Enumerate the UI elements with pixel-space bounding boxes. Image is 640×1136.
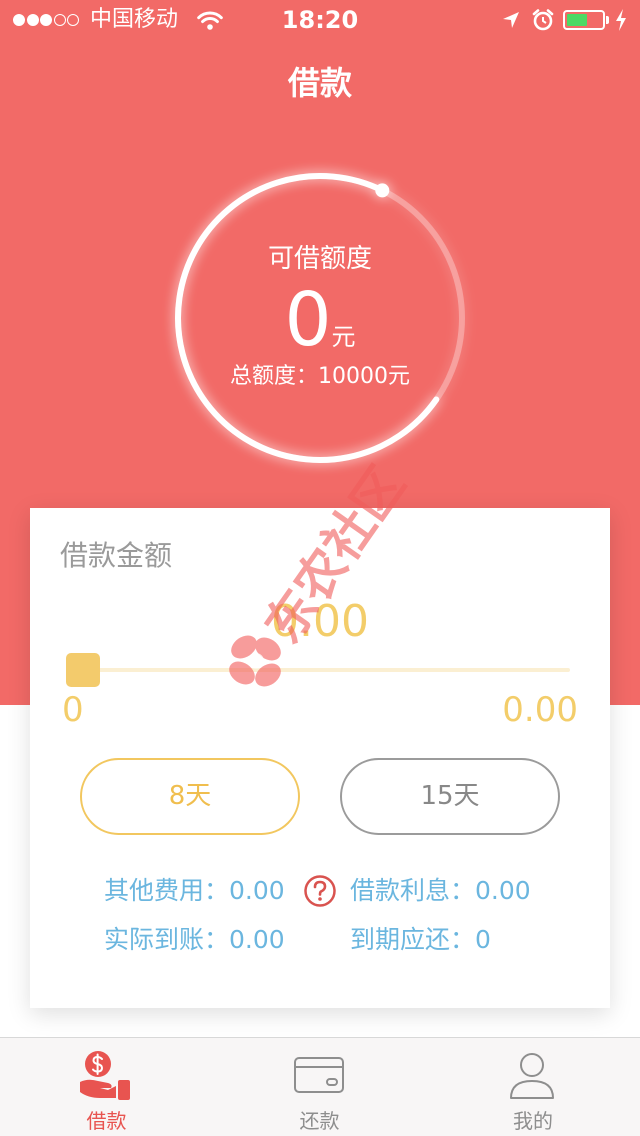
due-amount-value: 0 [475,925,491,954]
signal-dot [67,14,79,26]
person-icon [510,1053,554,1099]
signal-dot [13,14,25,26]
tab-bar: 借款 还款 我的 [0,1037,640,1136]
card-icon [294,1057,344,1093]
signal-dot [40,14,52,26]
loan-amount-slider-handle[interactable] [66,653,100,687]
actual-received-value: 0.00 [229,925,285,954]
tab-repay-label: 还款 [299,1109,340,1133]
alarm-icon [532,9,554,31]
total-credit-value: 10000元 [318,364,410,389]
due-amount-label: 到期应还： [350,925,476,954]
loan-amount-slider-track[interactable] [70,668,570,672]
charging-bolt-icon [616,9,626,31]
other-fees-value: 0.00 [229,876,285,905]
actual-received-label: 实际到账： [104,925,230,954]
term-8-days-button[interactable]: 8天 [80,758,300,835]
slider-min-label: 0 [62,690,84,730]
tab-borrow[interactable]: 借款 [0,1038,213,1136]
available-amount-unit: 元 [331,323,356,351]
tab-repay[interactable]: 还款 [213,1038,426,1136]
term-15-days-button[interactable]: 15天 [340,758,560,835]
total-credit-label: 总额度： [229,364,318,389]
tab-mine-label: 我的 [513,1109,553,1133]
signal-dot [26,14,39,26]
available-credit-label: 可借额度 [267,244,372,274]
other-fees: 其他费用：0.00 [104,876,285,906]
loan-amount-title: 借款金额 [60,539,173,572]
battery-level-fill [567,14,588,26]
slider-max-label: 0.00 [502,690,578,730]
other-fees-label: 其他费用： [104,876,230,905]
status-bar: 中国移动 18:20 [0,0,640,40]
actual-received: 实际到账：0.00 [104,925,285,955]
loan-interest: 借款利息：0.00 [350,876,531,906]
loan-interest-label: 借款利息： [350,876,476,905]
loan-card: 借款金额 0.00 0 0.00 8天 15天 其他费用：0.00 借款利息：0… [30,508,610,1008]
question-circle-icon[interactable] [303,874,337,908]
signal-strength-indicator [13,14,79,26]
total-credit: 总额度：10000元 [0,362,640,392]
available-amount: 0元 [0,280,640,360]
tab-borrow-label: 借款 [86,1109,127,1133]
tab-mine[interactable]: 我的 [426,1038,640,1136]
status-time: 18:20 [281,6,359,34]
available-amount-value: 0 [284,277,332,363]
loan-amount-value: 0.00 [271,596,369,647]
loan-interest-value: 0.00 [475,876,531,905]
battery-nub [606,16,609,24]
location-arrow-icon [503,12,519,28]
due-amount: 到期应还：0 [350,925,491,955]
wifi-icon [197,11,223,30]
signal-dot [53,14,66,26]
page-title: 借款 [287,64,352,102]
battery-icon [563,10,605,30]
carrier-name: 中国移动 [90,7,179,32]
dollar-hand-icon [80,1051,130,1100]
